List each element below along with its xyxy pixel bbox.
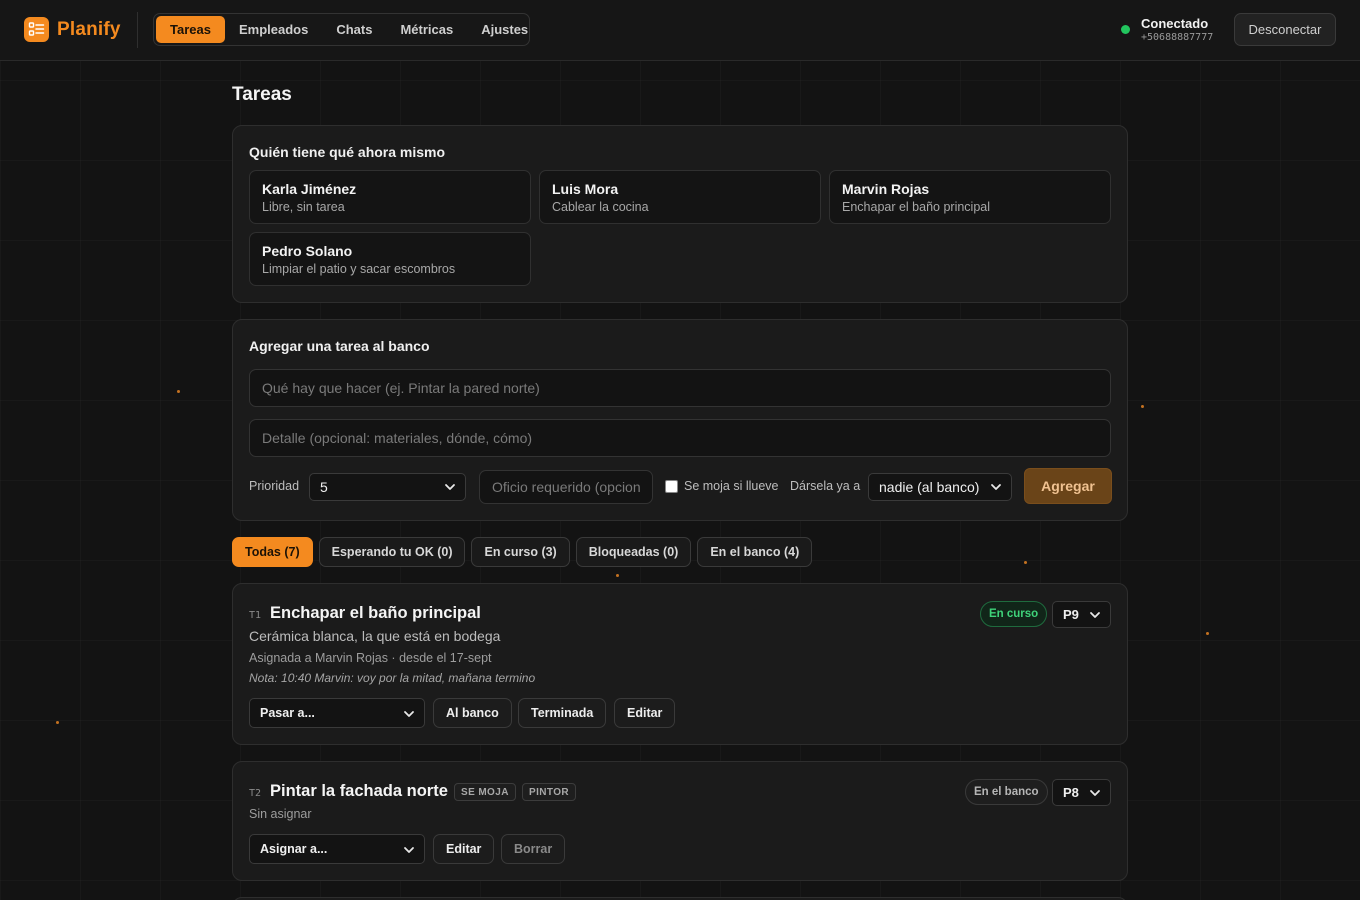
tab-metricas[interactable]: Métricas (386, 16, 467, 43)
tab-chats[interactable]: Chats (322, 16, 386, 43)
to-bank-button[interactable]: Al banco (433, 698, 512, 728)
rain-tag: SE MOJA (454, 783, 516, 801)
filter-esperando[interactable]: Esperando tu OK (0) (318, 537, 466, 567)
person-card: Luis Mora Cablear la cocina (539, 170, 821, 224)
task-description: Cerámica blanca, la que está en bodega (249, 628, 501, 644)
chevron-down-icon (1090, 612, 1100, 618)
disconnect-button[interactable]: Desconectar (1234, 13, 1336, 46)
task-title: Enchapar el baño principal (270, 604, 481, 622)
checklist-icon (24, 17, 49, 42)
person-name: Pedro Solano (262, 243, 353, 259)
filter-en-curso[interactable]: En curso (3) (471, 537, 570, 567)
trade-tag: PINTOR (522, 783, 576, 801)
background-dot (616, 574, 619, 577)
task-what-input[interactable] (249, 369, 1111, 407)
rain-label: Se moja si llueve (684, 479, 779, 493)
online-dot-icon (1121, 25, 1130, 34)
priority-select[interactable]: P8 (1052, 779, 1111, 806)
background-dot (56, 721, 59, 724)
assign-label: Dársela ya a (790, 479, 861, 493)
person-card: Karla Jiménez Libre, sin tarea (249, 170, 531, 224)
task-id: T2 (249, 788, 262, 799)
app-logo[interactable]: Planify (24, 17, 121, 42)
add-task-title: Agregar una tarea al banco (249, 338, 430, 354)
person-card: Pedro Solano Limpiar el patio y sacar es… (249, 232, 531, 286)
task-detail-input[interactable] (249, 419, 1111, 457)
add-task-card: Agregar una tarea al banco Prioridad 5 S… (232, 319, 1128, 521)
move-to-value: Pasar a... (260, 706, 315, 720)
task-meta: Asignada a Marvin Rojas · desde el 17-se… (249, 651, 492, 665)
priority-select[interactable]: 5 (309, 473, 466, 501)
who-has-card: Quién tiene qué ahora mismo Karla Jiméne… (232, 125, 1128, 303)
background-dot (1206, 632, 1209, 635)
person-name: Marvin Rojas (842, 181, 930, 197)
person-task: Limpiar el patio y sacar escombros (262, 262, 456, 276)
tab-tareas[interactable]: Tareas (156, 16, 225, 43)
add-task-button[interactable]: Agregar (1024, 468, 1112, 504)
status-badge: En curso (980, 601, 1048, 627)
person-task: Enchapar el baño principal (842, 200, 991, 214)
tab-ajustes[interactable]: Ajustes (467, 16, 542, 43)
priority-value: P8 (1063, 785, 1079, 800)
connection-label: Conectado (1141, 16, 1209, 31)
task-meta: Sin asignar (249, 807, 312, 821)
person-name: Luis Mora (552, 181, 619, 197)
task-card: T2 Pintar la fachada norte SE MOJA PINTO… (232, 761, 1128, 881)
chevron-down-icon (404, 711, 414, 717)
delete-button[interactable]: Borrar (501, 834, 566, 864)
status-badge: En el banco (965, 779, 1048, 805)
who-has-title: Quién tiene qué ahora mismo (249, 144, 446, 160)
background-dot (1024, 561, 1027, 564)
assign-now-value: nadie (al banco) (879, 479, 980, 495)
top-bar: Planify Tareas Empleados Chats Métricas … (0, 0, 1360, 61)
filter-bloqueadas[interactable]: Bloqueadas (0) (575, 537, 692, 567)
chevron-down-icon (991, 484, 1001, 490)
background-dot (177, 390, 180, 393)
filter-todas[interactable]: Todas (7) (232, 537, 313, 567)
person-task: Libre, sin tarea (262, 200, 345, 214)
chevron-down-icon (404, 847, 414, 853)
assign-now-select[interactable]: nadie (al banco) (868, 473, 1012, 501)
task-card: T1 Enchapar el baño principal Cerámica b… (232, 583, 1128, 745)
assign-to-value: Asignar a... (260, 842, 328, 856)
task-id: T1 (249, 610, 262, 621)
priority-select[interactable]: P9 (1052, 601, 1111, 628)
connection-phone: +50688887777 (1141, 32, 1214, 43)
priority-label: Prioridad (249, 479, 300, 493)
person-name: Karla Jiménez (262, 181, 357, 197)
mark-done-button[interactable]: Terminada (518, 698, 607, 728)
app-name: Planify (57, 18, 121, 40)
edit-button[interactable]: Editar (433, 834, 495, 864)
main-nav: Tareas Empleados Chats Métricas Ajustes (153, 13, 530, 46)
chevron-down-icon (445, 484, 455, 490)
assign-to-select[interactable]: Asignar a... (249, 834, 425, 864)
filter-en-banco[interactable]: En el banco (4) (697, 537, 813, 567)
priority-value: 5 (320, 479, 328, 495)
person-card: Marvin Rojas Enchapar el baño principal (829, 170, 1111, 224)
task-note: Nota: 10:40 Marvin: voy por la mitad, ma… (249, 671, 536, 685)
divider (137, 12, 138, 48)
person-task: Cablear la cocina (552, 200, 649, 214)
trade-input[interactable] (479, 470, 653, 504)
edit-button[interactable]: Editar (614, 698, 676, 728)
priority-value: P9 (1063, 607, 1079, 622)
background-dot (1141, 405, 1144, 408)
tab-empleados[interactable]: Empleados (225, 16, 322, 43)
page-title: Tareas (232, 84, 292, 105)
task-title: Pintar la fachada norte (270, 782, 448, 800)
rain-checkbox[interactable] (665, 480, 678, 493)
chevron-down-icon (1090, 790, 1100, 796)
move-to-select[interactable]: Pasar a... (249, 698, 425, 728)
task-filters: Todas (7) Esperando tu OK (0) En curso (… (232, 537, 813, 567)
